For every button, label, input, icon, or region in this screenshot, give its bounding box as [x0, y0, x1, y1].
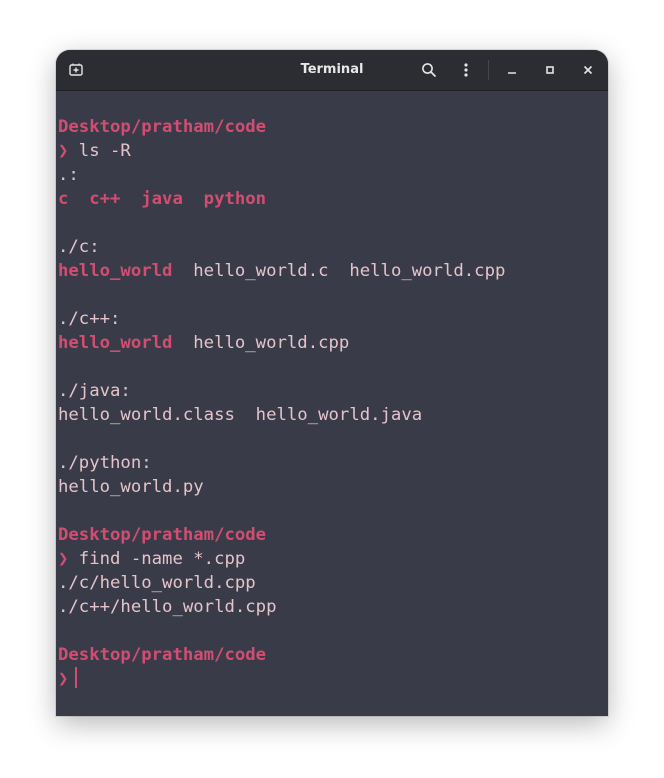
- terminal-line: ./c/hello_world.cpp: [56, 571, 608, 595]
- menu-button[interactable]: [454, 58, 478, 82]
- maximize-button[interactable]: [538, 58, 562, 82]
- minimize-icon: [508, 72, 516, 74]
- title-bar[interactable]: Terminal: [56, 50, 608, 91]
- terminal-line: ❯: [56, 667, 608, 691]
- terminal-line: ❯ ls -R: [56, 139, 608, 163]
- terminal-line: ./c:: [56, 235, 608, 259]
- terminal-line: hello_world.py: [56, 475, 608, 499]
- terminal-text: Desktop/pratham/code: [58, 525, 267, 545]
- terminal-text: c c++ java python: [58, 189, 267, 209]
- terminal-text: hello_world: [58, 261, 173, 281]
- terminal-line: Desktop/pratham/code: [56, 643, 608, 667]
- terminal-text: ls -R: [68, 141, 131, 161]
- window-title: Terminal: [300, 62, 364, 77]
- terminal-text: ./python:: [58, 453, 152, 473]
- terminal-text: ./c/hello_world.cpp: [58, 573, 256, 593]
- terminal-text: hello_world.c hello_world.cpp: [172, 261, 506, 281]
- maximize-icon: [546, 66, 554, 74]
- titlebar-separator: [488, 60, 489, 80]
- terminal-line: hello_world hello_world.cpp: [56, 331, 608, 355]
- search-button[interactable]: [417, 58, 441, 82]
- terminal-line: ./c++:: [56, 307, 608, 331]
- terminal-text: find -name *.cpp: [68, 549, 246, 569]
- terminal-line: hello_world hello_world.c hello_world.cp…: [56, 259, 608, 283]
- minimize-button[interactable]: [500, 58, 524, 82]
- terminal-output[interactable]: Desktop/pratham/code ❯ ls -R.: c c++ java …: [56, 115, 608, 691]
- terminal-line: ./python:: [56, 451, 608, 475]
- terminal-text: hello_world.py: [58, 477, 204, 497]
- search-icon: [422, 63, 436, 77]
- terminal-text: ./c:: [58, 237, 100, 257]
- close-icon: [583, 65, 593, 75]
- terminal-text: .:: [58, 165, 79, 185]
- terminal-line: .:: [56, 163, 608, 187]
- prompt-symbol: ❯: [58, 669, 69, 689]
- terminal-line: hello_world.class hello_world.java: [56, 403, 608, 427]
- terminal-text: Desktop/pratham/code: [58, 117, 267, 137]
- terminal-line: Desktop/pratham/code: [56, 523, 608, 547]
- terminal-line: ./java:: [56, 379, 608, 403]
- text-cursor: [75, 667, 78, 688]
- terminal-line: ./c++/hello_world.cpp: [56, 595, 608, 619]
- terminal-line: ❯ find -name *.cpp: [56, 547, 608, 571]
- terminal-text: ./c++:: [58, 309, 121, 329]
- prompt-symbol: ❯: [58, 141, 69, 161]
- terminal-line: Desktop/pratham/code: [56, 115, 608, 139]
- terminal-text: ./java:: [58, 381, 131, 401]
- terminal-line: c c++ java python: [56, 187, 608, 211]
- terminal-text: hello_world.class hello_world.java: [58, 405, 423, 425]
- close-button[interactable]: [576, 58, 600, 82]
- terminal-text: hello_world.cpp: [172, 333, 350, 353]
- kebab-menu-icon: [464, 63, 468, 77]
- terminal-window: Terminal Desktop/pratham/code ❯ ls -R .:…: [56, 50, 608, 716]
- terminal-text: ./c++/hello_world.cpp: [58, 597, 277, 617]
- prompt-symbol: ❯: [58, 549, 69, 569]
- terminal-text: Desktop/pratham/code: [58, 645, 267, 665]
- terminal-text: hello_world: [58, 333, 173, 353]
